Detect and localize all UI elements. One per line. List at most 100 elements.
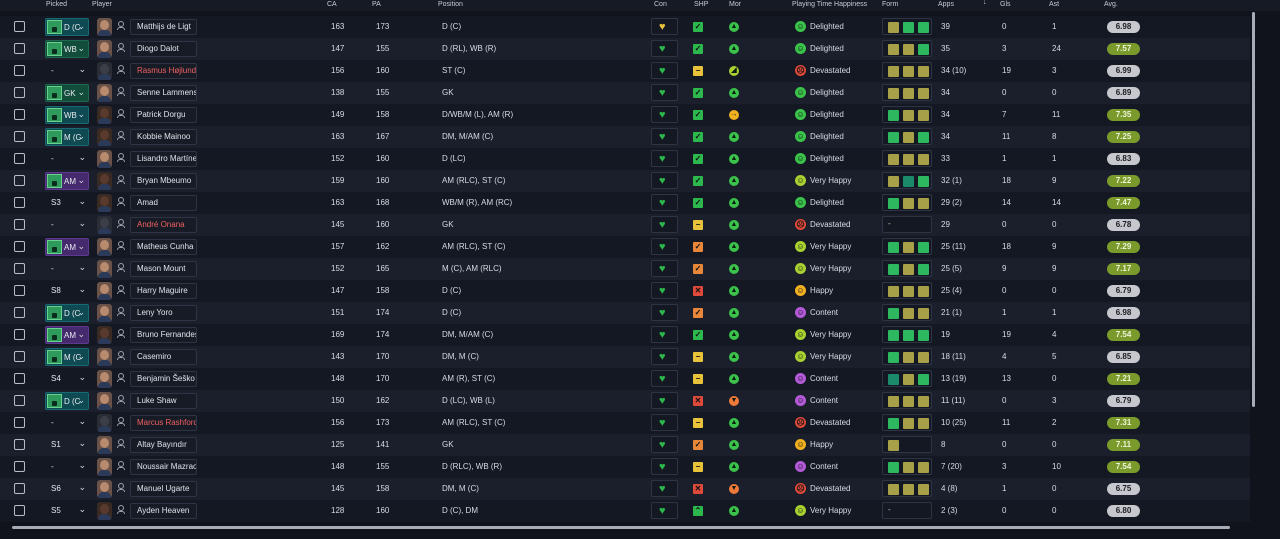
player-profile-icon[interactable] (117, 153, 125, 163)
row-checkbox[interactable] (14, 263, 25, 274)
row-checkbox[interactable] (14, 285, 25, 296)
col-shp[interactable]: SHP (694, 1, 708, 8)
picked-dropdown[interactable]: AM ⌄ (45, 172, 89, 190)
table-row[interactable]: - ⌄ Marcus Rashford 156 173 AM (RLC), ST (C) ♥… (0, 412, 1250, 434)
picked-dropdown[interactable]: M (C ⌄ (45, 348, 89, 366)
player-profile-icon[interactable] (117, 483, 125, 493)
row-checkbox[interactable] (14, 241, 25, 252)
picked-dropdown[interactable]: - ⌄ (45, 260, 89, 278)
row-checkbox[interactable] (14, 43, 25, 54)
table-row[interactable]: GK ⌄ Senne Lammens 138 155 GK ♥ ✓ ▲ ☺ Delighted 34 0… (0, 82, 1250, 104)
table-row[interactable]: S3 ⌄ Amad 163 168 WB/M (R), AM (RC) ♥ ✓ ▲ ☺ Deligh… (0, 192, 1250, 214)
row-checkbox[interactable] (14, 439, 25, 450)
row-checkbox[interactable] (14, 329, 25, 340)
vertical-scrollbar[interactable] (1252, 12, 1255, 407)
picked-dropdown[interactable]: WB ⌄ (45, 106, 89, 124)
player-name-link[interactable]: Matthijs de Ligt (130, 19, 197, 35)
player-profile-icon[interactable] (117, 461, 125, 471)
table-row[interactable]: - ⌄ Mason Mount 152 165 M (C), AM (RLC) ♥ ✓ ▲ ☺ Ve… (0, 258, 1250, 280)
row-checkbox[interactable] (14, 21, 25, 32)
picked-dropdown[interactable]: GK ⌄ (45, 84, 89, 102)
horizontal-scrollbar[interactable] (12, 526, 1230, 529)
player-profile-icon[interactable] (117, 307, 125, 317)
table-row[interactable]: WB ⌄ Diogo Dalot 147 155 D (RL), WB (R) ♥ ✓ ▲ ☺ De… (0, 38, 1250, 60)
player-profile-icon[interactable] (117, 131, 125, 141)
player-profile-icon[interactable] (117, 87, 125, 97)
sort-descending-icon[interactable]: ↓ (983, 0, 987, 6)
player-profile-icon[interactable] (117, 175, 125, 185)
player-profile-icon[interactable] (117, 439, 125, 449)
picked-dropdown[interactable]: WB ⌄ (45, 40, 89, 58)
player-profile-icon[interactable] (117, 395, 125, 405)
player-name-link[interactable]: Altay Bayındır (130, 437, 197, 453)
table-row[interactable]: - ⌄ Rasmus Højlund 156 160 ST (C) ♥ − ◢ ☹ Devastat… (0, 60, 1250, 82)
player-name-link[interactable]: Luke Shaw (130, 393, 197, 409)
row-checkbox[interactable] (14, 307, 25, 318)
player-name-link[interactable]: Mason Mount (130, 261, 197, 277)
col-form[interactable]: Form (882, 1, 898, 8)
col-apps[interactable]: Apps (938, 1, 954, 8)
table-row[interactable]: S5 ⌄ Ayden Heaven 128 160 D (C), DM ♥ ⌃ ▲ ☺ Very H… (0, 500, 1250, 522)
table-row[interactable]: M (C ⌄ Casemiro 143 170 DM, M (C) ♥ − ▲ ☺ Very Hap… (0, 346, 1250, 368)
table-row[interactable]: -⌄Noussair Mazraoui148155D (RLC), WB (R)… (0, 456, 1250, 478)
player-name-link[interactable]: Lisandro Martínez (130, 151, 197, 167)
col-position[interactable]: Position (438, 1, 463, 8)
player-name-link[interactable]: Bryan Mbeumo (130, 173, 197, 189)
table-row[interactable]: - ⌄ André Onana 145 160 GK ♥ − ▲ ☹ Devastated -29 0 0… (0, 214, 1250, 236)
player-name-link[interactable]: Kobbie Mainoo (130, 129, 197, 145)
row-checkbox[interactable] (14, 505, 25, 516)
player-profile-icon[interactable] (117, 241, 125, 251)
table-row[interactable]: AM ⌄ Bryan Mbeumo 159 160 AM (RLC), ST (C) ♥ ✓ ▲… (0, 170, 1250, 192)
player-profile-icon[interactable] (117, 43, 125, 53)
picked-dropdown[interactable]: D (C ⌄ (45, 18, 89, 36)
picked-dropdown[interactable]: S5 ⌄ (45, 502, 89, 520)
table-row[interactable]: WB ⌄ Patrick Dorgu 149 158 D/WB/M (L), AM (R)… (0, 104, 1250, 126)
row-checkbox[interactable] (14, 175, 25, 186)
picked-dropdown[interactable]: - ⌄ (45, 414, 89, 432)
table-row[interactable]: - ⌄ Lisandro Martínez 152 160 D (LC) ♥ ✓ ▲ ☺ Delig… (0, 148, 1250, 170)
row-checkbox[interactable] (14, 417, 25, 428)
player-name-link[interactable]: Harry Maguire (130, 283, 197, 299)
row-checkbox[interactable] (14, 153, 25, 164)
picked-dropdown[interactable]: AM ⌄ (45, 238, 89, 256)
table-row[interactable]: D (C ⌄ Leny Yoro 151 174 D (C) ♥ ✓ ▲ ☺ Content 21 (… (0, 302, 1250, 324)
picked-dropdown[interactable]: S1 ⌄ (45, 436, 89, 454)
picked-dropdown[interactable]: S8 ⌄ (45, 282, 89, 300)
table-row[interactable]: S6 ⌄ Manuel Ugarte 145 158 DM, M (C) ♥ ✕ ▼ ☹ Devas… (0, 478, 1250, 500)
row-checkbox[interactable] (14, 373, 25, 384)
player-name-link[interactable]: Benjamin Šeško (130, 371, 197, 387)
player-name-link[interactable]: Amad (130, 195, 197, 211)
player-profile-icon[interactable] (117, 373, 125, 383)
picked-dropdown[interactable]: - ⌄ (45, 216, 89, 234)
col-gls[interactable]: Gls (1000, 1, 1011, 8)
table-row[interactable]: M (C ⌄ Kobbie Mainoo 163 167 DM, M/AM (C) ♥ ✓ ▲ ☺… (0, 126, 1250, 148)
player-name-link[interactable]: Diogo Dalot (130, 41, 197, 57)
player-name-link[interactable]: Patrick Dorgu (130, 107, 197, 123)
col-avg[interactable]: Avg. (1104, 1, 1118, 8)
table-row[interactable]: S4 ⌄ Benjamin Šeško 148 170 AM (R), ST (C) ♥ − ▲… (0, 368, 1250, 390)
player-profile-icon[interactable] (117, 219, 125, 229)
player-name-link[interactable]: Bruno Fernandes (130, 327, 197, 343)
player-name-link[interactable]: Marcus Rashford (130, 415, 197, 431)
picked-dropdown[interactable]: AM ⌄ (45, 326, 89, 344)
col-mor[interactable]: Mor (729, 1, 741, 8)
row-checkbox[interactable] (14, 395, 25, 406)
player-name-link[interactable]: Matheus Cunha (130, 239, 197, 255)
row-checkbox[interactable] (14, 87, 25, 98)
player-profile-icon[interactable] (117, 329, 125, 339)
table-row[interactable]: AM ⌄ Bruno Fernandes 169 174 DM, M/AM (C) ♥ ✓ ▲ ☺… (0, 324, 1250, 346)
table-row[interactable]: S1 ⌄ Altay Bayındır 125 141 GK ♥ ✓ ▲ ☺ Happy 8 0 0 7.1… (0, 434, 1250, 456)
player-name-link[interactable]: Ayden Heaven (130, 503, 197, 519)
player-profile-icon[interactable] (117, 417, 125, 427)
col-ast[interactable]: Ast (1049, 1, 1059, 8)
player-name-link[interactable]: Senne Lammens (130, 85, 197, 101)
player-profile-icon[interactable] (117, 21, 125, 31)
picked-dropdown[interactable]: D (C ⌄ (45, 304, 89, 322)
table-row[interactable]: S8 ⌄ Harry Maguire 147 158 D (C) ♥ ✕ ▲ ☺ Happy 25 (… (0, 280, 1250, 302)
table-row[interactable]: D (C ⌄ Luke Shaw 150 162 D (LC), WB (L) ♥ ✕ ▼ ☺ Co… (0, 390, 1250, 412)
row-checkbox[interactable] (14, 197, 25, 208)
row-checkbox[interactable] (14, 483, 25, 494)
table-row[interactable]: AM ⌄ Matheus Cunha 157 162 AM (RLC), ST (C) ♥ ✓… (0, 236, 1250, 258)
col-con[interactable]: Con (654, 1, 667, 8)
picked-dropdown[interactable]: S6 ⌄ (45, 480, 89, 498)
